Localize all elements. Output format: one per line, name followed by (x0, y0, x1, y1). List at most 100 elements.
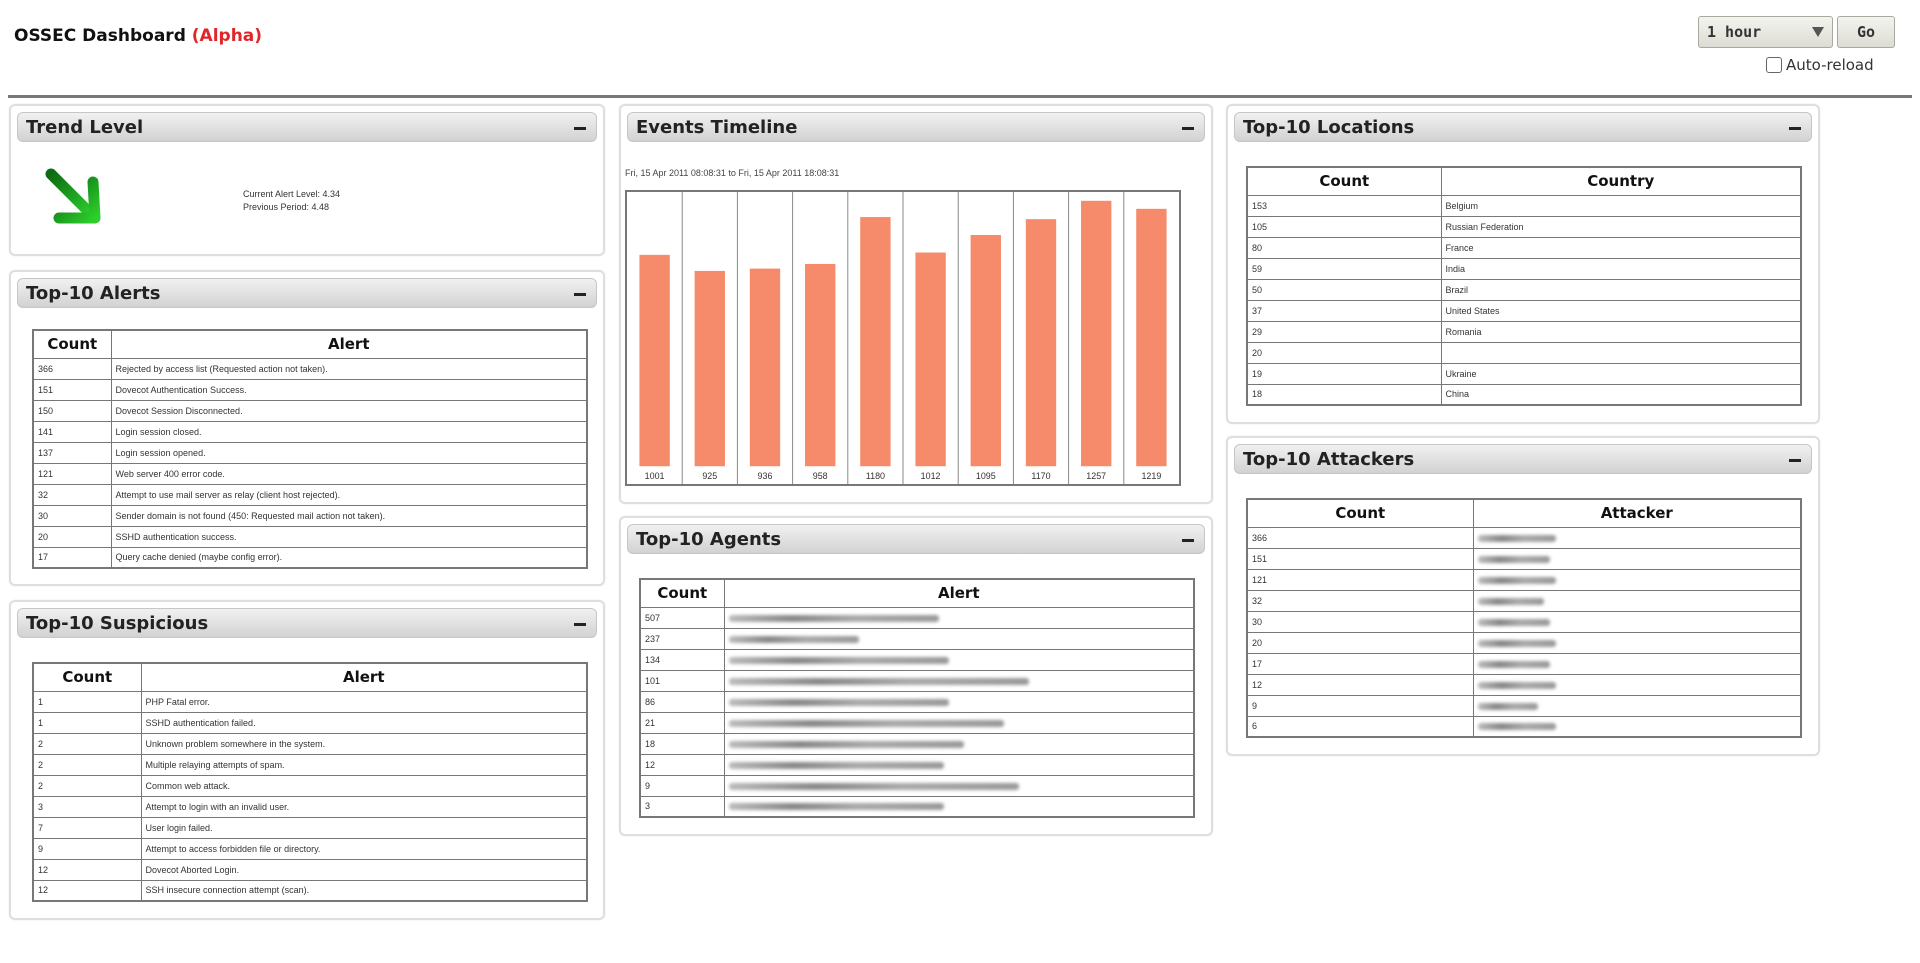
redacted-value (1477, 618, 1550, 626)
chevron-down-icon (1812, 27, 1824, 37)
minus-icon (574, 127, 586, 130)
collapse-button[interactable] (1783, 117, 1807, 139)
redacted-cell (723, 606, 1195, 629)
value-cell: Dovecot Authentication Success. (110, 378, 588, 401)
value-cell: United States (1440, 299, 1802, 322)
value-cell: Query cache denied (maybe config error). (110, 546, 588, 569)
collapse-button[interactable] (568, 613, 592, 635)
timeline-date-range: Fri, 15 Apr 2011 08:08:31 to Fri, 15 Apr… (625, 168, 840, 178)
redacted-cell (723, 774, 1195, 797)
top-locations-panel: Top-10 Locations Count Country 153 Belgiu… (1226, 104, 1820, 424)
table-row: 30 (1246, 610, 1802, 633)
redacted-cell (723, 753, 1195, 776)
time-range-value: 1 hour (1707, 23, 1762, 41)
table-row: 2 Unknown problem somewhere in the system… (32, 732, 588, 755)
dashboard-title: OSSEC Dashboard (14, 26, 186, 46)
count-cell: 17 (1246, 652, 1474, 675)
time-range-select[interactable]: 1 hour (1698, 16, 1833, 48)
page-title: OSSEC Dashboard (Alpha) (14, 26, 262, 46)
locations-table: Count Country 153 Belgium 105 Russian Feder… (1246, 166, 1802, 406)
count-cell: 366 (1246, 526, 1474, 549)
table-row: 150 Dovecot Session Disconnected. (32, 399, 588, 422)
bar[interactable] (805, 263, 836, 467)
table-row: 12 (1246, 673, 1802, 696)
redacted-cell (1472, 610, 1802, 633)
collapse-button[interactable] (1176, 529, 1200, 551)
count-cell: 141 (32, 420, 112, 443)
bar[interactable] (1025, 219, 1057, 467)
count-cell: 50 (1246, 278, 1442, 301)
count-cell: 237 (639, 627, 725, 650)
collapse-button[interactable] (1783, 449, 1807, 471)
table-row: 12 Dovecot Aborted Login. (32, 858, 588, 881)
column-header-count: Count (639, 578, 725, 608)
bar-value-label: 958 (813, 471, 828, 481)
collapse-button[interactable] (1176, 117, 1200, 139)
count-cell: 121 (32, 462, 112, 485)
redacted-cell (1472, 631, 1802, 654)
collapse-button[interactable] (568, 117, 592, 139)
minus-icon (1182, 539, 1194, 542)
bar[interactable] (860, 217, 891, 467)
redacted-cell (1472, 715, 1802, 738)
count-cell: 105 (1246, 215, 1442, 238)
table-row: 50 Brazil (1246, 278, 1802, 301)
bar-value-label: 1257 (1086, 471, 1106, 481)
table-row: 151 Dovecot Authentication Success. (32, 378, 588, 401)
count-cell: 18 (1246, 383, 1442, 406)
value-cell: SSH insecure connection attempt (scan). (140, 879, 588, 902)
count-cell: 2 (32, 732, 142, 755)
alpha-badge: (Alpha) (191, 26, 263, 46)
count-cell: 17 (32, 546, 112, 569)
auto-reload-toggle[interactable]: Auto-reload (1766, 56, 1874, 74)
bar[interactable] (639, 254, 670, 467)
value-cell: Brazil (1440, 278, 1802, 301)
column-header-alert: Alert (140, 662, 588, 692)
table-row: 20 SSHD authentication success. (32, 525, 588, 548)
table-row: 29 Romania (1246, 320, 1802, 343)
count-cell: 30 (1246, 610, 1474, 633)
bar[interactable] (1136, 208, 1167, 467)
count-cell: 3 (639, 795, 725, 818)
redacted-cell (723, 648, 1195, 671)
table-row: 121 Web server 400 error code. (32, 462, 588, 485)
redacted-value (1477, 534, 1556, 542)
agents-table: Count Alert 507 237 134 101 86 21 18 12 9 3 (639, 578, 1195, 818)
table-row: 12 SSH insecure connection attempt (scan)… (32, 879, 588, 902)
value-cell: Attempt to login with an invalid user. (140, 795, 588, 818)
table-row: 2 Multiple relaying attempts of spam. (32, 753, 588, 776)
bar-value-label: 925 (702, 471, 717, 481)
go-button[interactable]: Go (1837, 16, 1895, 48)
table-row: 9 (1246, 694, 1802, 717)
attackers-table: Count Attacker 366 151 121 32 30 20 17 12 9 6 (1246, 498, 1802, 738)
count-cell: 80 (1246, 236, 1442, 259)
redacted-cell (723, 627, 1195, 650)
count-cell: 21 (639, 711, 725, 734)
bar[interactable] (694, 270, 725, 467)
redacted-cell (723, 732, 1195, 755)
events-timeline-panel: Events Timeline Fri, 15 Apr 2011 08:08:3… (619, 104, 1213, 504)
redacted-value (1477, 702, 1538, 710)
column-header-count: Count (1246, 498, 1474, 528)
bar[interactable] (915, 252, 946, 467)
count-cell: 134 (639, 648, 725, 671)
count-cell: 37 (1246, 299, 1442, 322)
collapse-button[interactable] (568, 283, 592, 305)
value-cell: Login session opened. (110, 441, 588, 464)
panel-header: Top-10 Agents (627, 524, 1205, 554)
events-bar-chart: 1001 925 936 958 1180 1012 1095 1170 1257 1219 (625, 190, 1181, 486)
bar[interactable] (749, 268, 781, 467)
table-row: 21 (639, 711, 1195, 734)
value-cell: Attempt to use mail server as relay (cli… (110, 483, 588, 506)
bar[interactable] (1081, 200, 1112, 467)
arrow-down-right-icon (45, 168, 101, 224)
count-cell: 12 (32, 879, 142, 902)
table-row: 20 (1246, 341, 1802, 364)
count-cell: 3 (32, 795, 142, 818)
count-cell: 30 (32, 504, 112, 527)
auto-reload-checkbox[interactable] (1766, 57, 1782, 73)
count-cell: 19 (1246, 362, 1442, 385)
panel-header: Top-10 Suspicious (17, 608, 597, 638)
bar[interactable] (970, 235, 1001, 467)
count-cell: 9 (639, 774, 725, 797)
